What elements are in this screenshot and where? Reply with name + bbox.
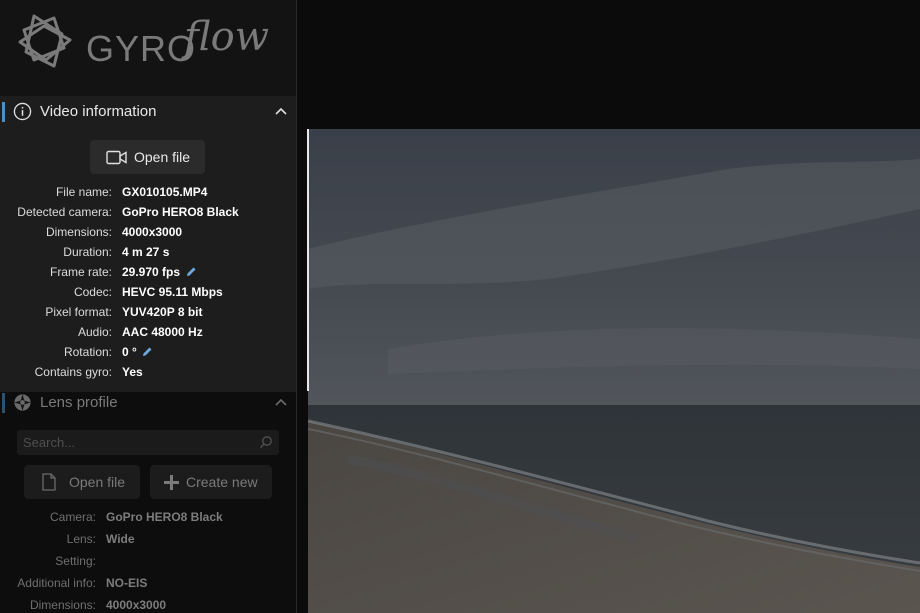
search-placeholder: Search...	[23, 435, 76, 450]
info-key: Detected camera:	[17, 205, 112, 219]
logo-text: GYRO	[86, 28, 197, 69]
gyroflow-logo-icon	[18, 14, 72, 68]
aperture-icon	[14, 394, 31, 411]
chevron-up-icon[interactable]	[274, 106, 288, 116]
info-key: Duration:	[63, 245, 112, 259]
info-key: Dimensions:	[45, 225, 112, 239]
search-icon	[259, 436, 272, 449]
info-row-rotation: Rotation: 0 °	[0, 342, 297, 362]
open-lens-file-button[interactable]: Open file	[24, 465, 140, 499]
lens-row-camera: Camera: GoPro HERO8 Black	[0, 507, 297, 527]
edit-pencil-icon[interactable]	[141, 346, 153, 358]
info-value: Wide	[106, 532, 135, 546]
edit-pencil-icon[interactable]	[185, 266, 197, 278]
info-key: Dimensions:	[29, 598, 96, 612]
info-row-codec: Codec: HEVC 95.11 Mbps	[0, 282, 297, 302]
info-key: File name:	[55, 185, 112, 199]
video-preview[interactable]	[308, 129, 920, 613]
info-key: Audio:	[77, 325, 112, 339]
video-camera-icon	[106, 150, 127, 165]
app-logo: GYRO flow	[14, 12, 284, 78]
info-value: 4000x3000	[106, 598, 167, 612]
info-value: GX010105.MP4	[122, 185, 208, 199]
info-icon	[13, 102, 32, 121]
lens-row-dimensions: Dimensions: 4000x3000	[0, 595, 297, 613]
chevron-up-icon[interactable]	[274, 397, 288, 407]
info-value: 4000x3000	[122, 225, 183, 239]
info-row-file-name: File name: GX010105.MP4	[0, 182, 297, 202]
info-value: YUV420P 8 bit	[122, 305, 203, 319]
section-accent	[2, 393, 5, 413]
info-value: NO-EIS	[106, 576, 148, 590]
video-edge-marker	[307, 129, 309, 391]
open-video-file-button[interactable]: Open file	[90, 140, 205, 174]
open-file-label: Open file	[69, 474, 126, 490]
info-row-contains-gyro: Contains gyro: Yes	[0, 362, 297, 382]
info-value: GoPro HERO8 Black	[106, 510, 223, 524]
info-value: 0 °	[122, 345, 137, 359]
file-icon	[42, 473, 56, 491]
info-key: Rotation:	[63, 345, 112, 359]
info-row-dimensions: Dimensions: 4000x3000	[0, 222, 297, 242]
info-row-audio: Audio: AAC 48000 Hz	[0, 322, 297, 342]
info-key: Codec:	[73, 285, 112, 299]
info-value: Yes	[122, 365, 143, 379]
lens-profile-header[interactable]: Lens profile	[0, 387, 297, 419]
info-row-frame-rate: Frame rate: 29.970 fps	[0, 262, 297, 282]
info-key: Frame rate:	[49, 265, 112, 279]
info-value: GoPro HERO8 Black	[122, 205, 239, 219]
info-value: AAC 48000 Hz	[122, 325, 203, 339]
info-key: Contains gyro:	[34, 365, 112, 379]
section-title: Video information	[40, 103, 157, 120]
info-key: Camera:	[49, 510, 96, 524]
info-value: HEVC 95.11 Mbps	[122, 285, 223, 299]
logo-flow-text: flow	[184, 14, 269, 60]
lens-search-input[interactable]: Search...	[17, 430, 279, 455]
info-value: 4 m 27 s	[122, 245, 170, 259]
info-value: 29.970 fps	[122, 265, 181, 279]
video-information-header[interactable]: Video information	[0, 96, 297, 128]
section-accent	[2, 102, 5, 122]
lens-row-setting: Setting:	[0, 551, 297, 571]
plus-icon	[164, 475, 179, 490]
lens-row-lens: Lens: Wide	[0, 529, 297, 549]
sidebar-divider	[296, 0, 297, 613]
info-row-detected-camera: Detected camera: GoPro HERO8 Black	[0, 202, 297, 222]
info-key: Additional info:	[17, 576, 96, 590]
info-key: Setting:	[55, 554, 96, 568]
open-file-label: Open file	[134, 149, 191, 165]
info-key: Pixel format:	[45, 305, 112, 319]
create-new-label: Create new	[186, 474, 258, 490]
create-new-lens-button[interactable]: Create new	[150, 465, 272, 499]
info-key: Lens:	[66, 532, 96, 546]
section-title: Lens profile	[40, 394, 118, 411]
lens-row-additional-info: Additional info: NO-EIS	[0, 573, 297, 593]
sidebar: GYRO flow Video information Open file Fi…	[0, 0, 297, 613]
info-row-duration: Duration: 4 m 27 s	[0, 242, 297, 262]
video-frame-image	[308, 129, 920, 613]
info-row-pixel-format: Pixel format: YUV420P 8 bit	[0, 302, 297, 322]
